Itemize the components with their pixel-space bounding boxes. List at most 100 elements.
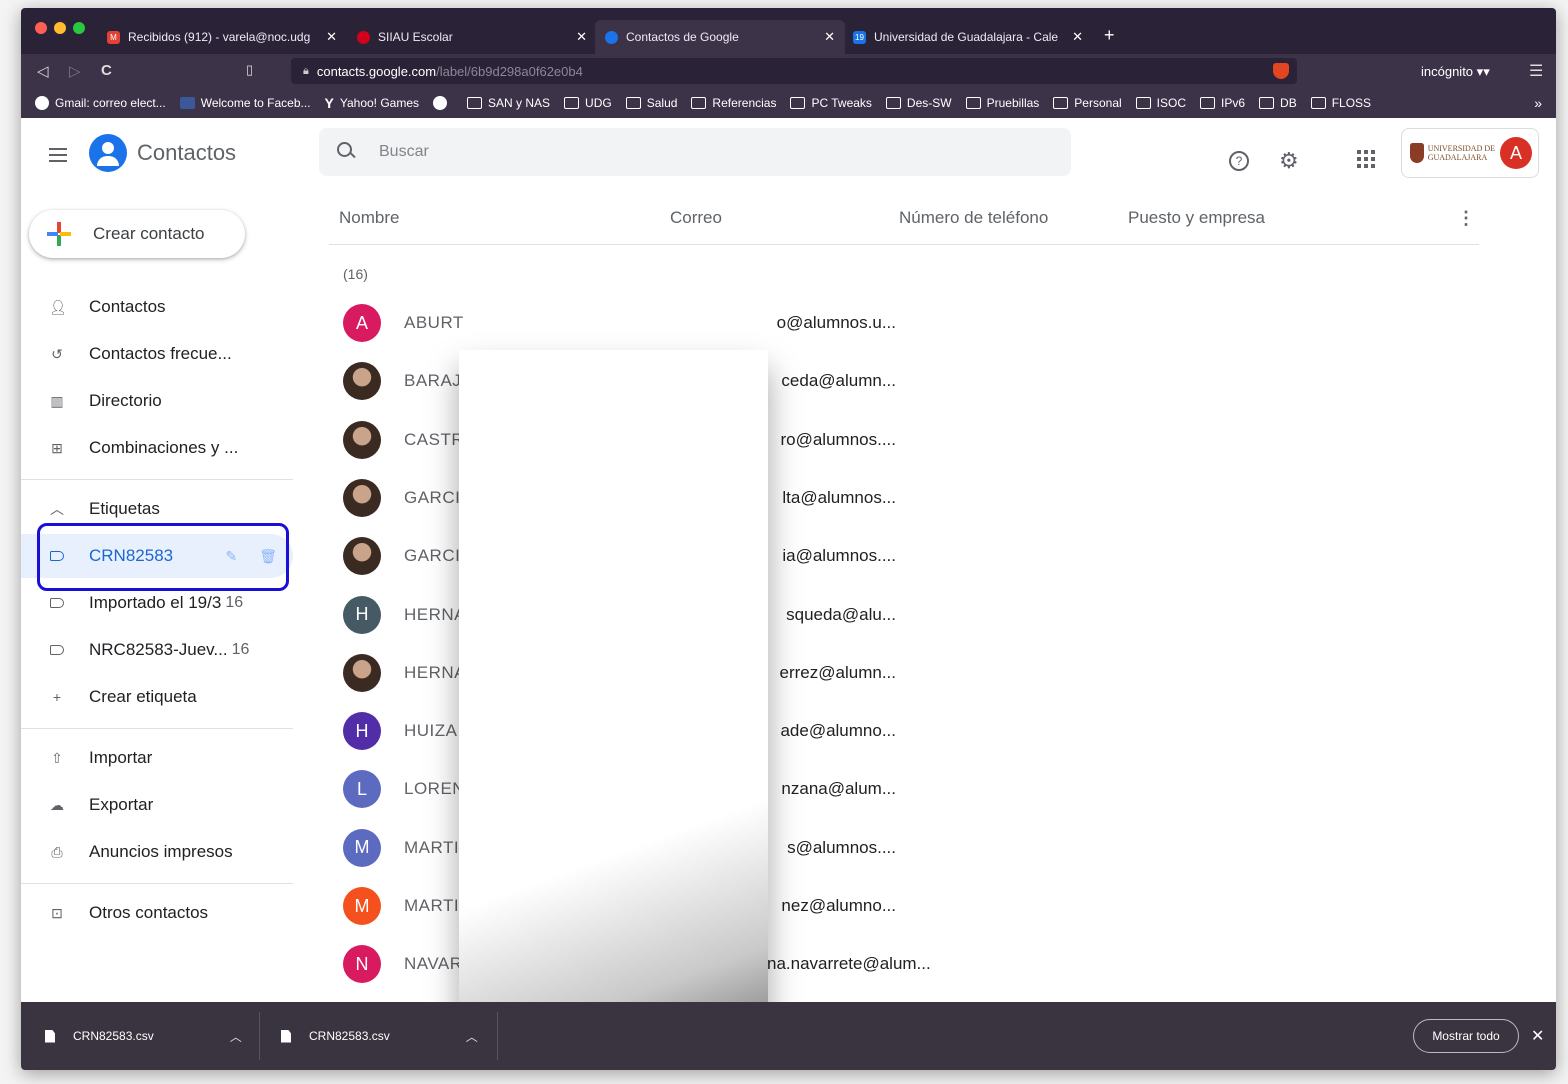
more-vert-icon[interactable]: ⋮ (1457, 208, 1475, 229)
column-header-email[interactable]: Correo (670, 208, 722, 228)
maximize-window-button[interactable] (73, 22, 85, 34)
brave-shield-icon[interactable] (1273, 63, 1289, 79)
bookmark-folder[interactable]: Salud (625, 96, 677, 110)
close-tab-icon[interactable]: ✕ (824, 29, 835, 45)
contact-name: CASTR (404, 429, 465, 449)
bookmark-folder[interactable]: PC Tweaks (790, 96, 872, 110)
bookmark-facebook[interactable]: Welcome to Faceb... (179, 96, 311, 110)
bookmark-folder[interactable]: IPv6 (1200, 96, 1245, 110)
header-divider (329, 244, 1479, 245)
bookmark-folder[interactable]: Pruebillas (965, 96, 1039, 110)
sidebar-item-print[interactable]: ⎙ Anuncios impresos (21, 830, 293, 874)
contacts-icon (605, 30, 618, 44)
avatar (343, 653, 381, 692)
contact-email: errez@alumn... (779, 662, 896, 682)
forward-icon[interactable]: ▷ (69, 62, 81, 80)
column-header-job[interactable]: Puesto y empresa (1128, 208, 1265, 228)
search-icon[interactable] (337, 142, 357, 162)
avatar (343, 362, 381, 401)
google-icon (35, 96, 49, 110)
bookmark-folder[interactable]: SAN y NAS (467, 96, 550, 110)
close-downloads-icon[interactable]: ✕ (1531, 1026, 1544, 1046)
download-divider (259, 1012, 260, 1060)
merge-icon: ⊞ (51, 439, 63, 456)
back-icon[interactable]: ◁ (37, 62, 49, 80)
create-contact-button[interactable]: Crear contacto (29, 210, 245, 258)
url-field[interactable]: 🔒︎ contacts.google.com/label/6b9d298a0f6… (291, 58, 1297, 84)
bookmark-folder[interactable]: DB (1259, 96, 1297, 110)
bookmark-icon[interactable]: ▯ (246, 62, 253, 78)
bookmark-folder[interactable]: UDG (564, 96, 612, 110)
search-bar (319, 128, 1071, 176)
table-row[interactable]: A ABURT o@alumnos.u... (329, 294, 1479, 352)
reload-icon[interactable]: C (101, 62, 112, 79)
folder-icon (1310, 97, 1326, 109)
sidebar-item-import[interactable]: ⇧ Importar (21, 736, 293, 780)
bookmark-gmail[interactable]: Gmail: correo elect... (35, 96, 166, 110)
sidebar-item-export[interactable]: ☁︎ Exportar (21, 783, 293, 827)
account-switcher[interactable]: UNIVERSIDAD DE GUADALAJARA A (1401, 128, 1539, 178)
bookmark-folder[interactable]: Referencias (691, 96, 776, 110)
help-icon[interactable]: ? (1229, 151, 1249, 171)
sidebar-item-directory[interactable]: ▥ Directorio (21, 379, 293, 423)
browser-menu-icon[interactable]: ☰ (1529, 61, 1543, 81)
bookmark-yahoo[interactable]: Y Yahoo! Games (325, 95, 420, 111)
minimize-window-button[interactable] (54, 22, 66, 34)
contact-email: ade@alumno... (780, 721, 896, 741)
bookmark-globe[interactable] (433, 96, 453, 110)
download-item[interactable]: CRN82583.csv ︿ (45, 1002, 242, 1070)
sidebar-label-nrc82583[interactable]: NRC82583-Juev... 16 (21, 628, 293, 672)
download-item[interactable]: CRN82583.csv ︿ (281, 1002, 478, 1070)
contact-email: ia@alumnos.... (782, 546, 896, 566)
contact-email: nez@alumno... (781, 896, 896, 915)
sidebar-item-contacts[interactable]: 👤︎ Contactos (21, 285, 293, 329)
plus-icon (47, 222, 71, 246)
sidebar-divider (21, 479, 293, 480)
bookmark-folder[interactable]: Personal (1053, 96, 1122, 110)
file-icon (45, 1029, 55, 1043)
close-tab-icon[interactable]: ✕ (576, 29, 587, 45)
settings-gear-icon[interactable]: ⚙︎ (1279, 148, 1299, 174)
contact-name: LOREN (404, 779, 466, 799)
sidebar-label-imported[interactable]: Importado el 19/3 16 (21, 581, 293, 625)
main-menu-icon[interactable] (49, 148, 67, 166)
incognito-glasses-icon: ▾▾ (1476, 64, 1490, 79)
sidebar-item-frequent[interactable]: ↺ Contactos frecue... (21, 332, 293, 376)
bookmark-folder[interactable]: Des-SW (885, 96, 952, 110)
show-all-downloads-button[interactable]: Mostrar todo (1413, 1019, 1519, 1053)
account-avatar[interactable]: A (1500, 137, 1532, 169)
lock-icon: 🔒︎ (303, 64, 309, 77)
bookmark-folder[interactable]: ISOC (1135, 96, 1186, 110)
close-window-button[interactable] (35, 22, 47, 34)
sidebar-divider (21, 883, 293, 884)
chevron-up-icon[interactable]: ︿ (466, 1028, 478, 1045)
folder-icon (564, 97, 580, 109)
tab-calendar[interactable]: 19 Universidad de Guadalajara - Cale ✕ (843, 20, 1093, 54)
sidebar-item-other-contacts[interactable]: ⊡ Otros contactos (21, 891, 293, 935)
new-tab-button[interactable]: + (1104, 26, 1115, 44)
close-tab-icon[interactable]: ✕ (326, 29, 337, 45)
contact-name: HERNA (404, 604, 467, 624)
avatar: N (343, 945, 381, 984)
chevron-up-icon[interactable]: ︿ (230, 1028, 242, 1045)
tab-siiau[interactable]: SIIAU Escolar ✕ (347, 20, 597, 54)
bookmark-folder[interactable]: FLOSS (1310, 96, 1371, 110)
contacts-app: Contactos ? ⚙︎ UNIVERSIDAD DE GUADALAJAR… (21, 118, 1556, 1062)
chevron-up-icon: ︿ (50, 501, 64, 517)
column-header-name[interactable]: Nombre (339, 208, 399, 228)
incognito-indicator[interactable]: incógnito ▾▾ (1421, 64, 1490, 80)
google-apps-icon[interactable] (1357, 150, 1375, 168)
print-icon: ⎙ (51, 843, 63, 860)
sidebar-item-merge[interactable]: ⊞ Combinaciones y ... (21, 426, 293, 470)
column-header-phone[interactable]: Número de teléfono (899, 208, 1048, 228)
tab-contacts[interactable]: Contactos de Google ✕ (595, 20, 845, 54)
bookmarks-bar: Gmail: correo elect... Welcome to Faceb.… (21, 88, 1556, 118)
sidebar-create-label[interactable]: + Crear etiqueta (21, 675, 293, 719)
folder-icon (1200, 97, 1216, 109)
close-tab-icon[interactable]: ✕ (1072, 29, 1083, 45)
tab-gmail[interactable]: M Recibidos (912) - varela@noc.udg ✕ (97, 20, 347, 54)
contacts-logo-icon[interactable] (89, 134, 127, 172)
contact-email: s@alumnos.... (787, 837, 896, 857)
search-input[interactable] (379, 143, 979, 161)
bookmarks-overflow-button[interactable]: » (1534, 95, 1542, 111)
